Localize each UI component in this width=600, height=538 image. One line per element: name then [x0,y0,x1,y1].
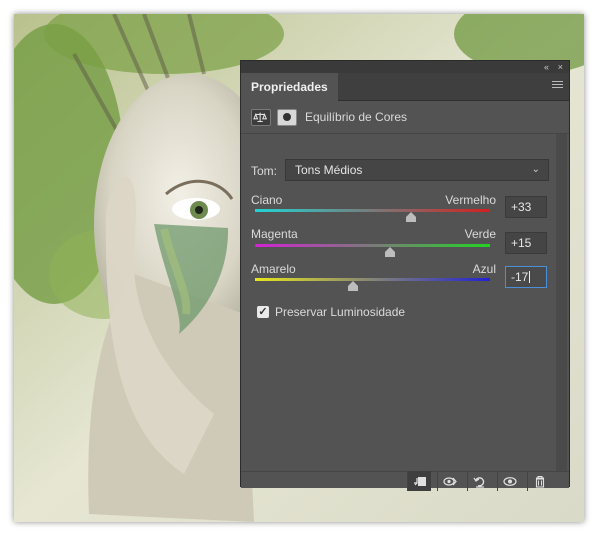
slider-cyan-label: Ciano [251,193,283,207]
preserve-luminosity-label: Preservar Luminosidade [275,305,406,319]
panel-footer [241,471,569,491]
tab-properties[interactable]: Propriedades [241,73,338,101]
slider-yellow-label: Amarelo [251,262,296,276]
slider-yellow-blue-value[interactable]: -17 [505,266,547,288]
slider-green-label: Verde [464,227,496,241]
chevron-down-icon: ⌄ [531,164,540,175]
slider-yellow-blue-track[interactable] [255,278,490,281]
slider-red-label: Vermelho [445,193,496,207]
tone-select[interactable]: Tons Médios ⌄ [285,159,549,181]
panel-top-strip: « × [241,61,569,73]
text-caret [529,271,531,283]
slider-blue-label: Azul [472,262,496,276]
view-previous-state-icon[interactable] [437,471,461,491]
panel-menu-icon[interactable] [552,81,563,90]
clip-to-layer-icon[interactable] [407,471,431,491]
reset-icon[interactable] [467,471,491,491]
layer-mask-icon[interactable] [277,109,297,126]
tone-label: Tom: [251,164,278,178]
slider-magenta-green-track[interactable] [255,244,490,247]
visibility-icon[interactable] [497,471,521,491]
balance-scale-icon[interactable] [251,109,271,126]
preserve-luminosity-checkbox[interactable]: ✓ [257,306,269,318]
collapse-panel-icon[interactable]: « [544,61,549,73]
slider-yellow-blue-value-text: -17 [511,270,529,284]
adjustment-header: Equilíbrio de Cores [241,101,569,134]
properties-panel: « × Propriedades Equilíbrio de Cores Tom… [240,60,570,491]
screenshot-frame: « × Propriedades Equilíbrio de Cores Tom… [14,14,584,522]
slider-cyan-red-value[interactable]: +33 [505,196,547,218]
trash-icon[interactable] [527,471,551,491]
panel-scrollbar[interactable] [556,134,567,471]
panel-tab-bar: Propriedades [241,73,569,101]
adjustment-title: Equilíbrio de Cores [305,110,408,124]
close-panel-icon[interactable]: × [558,61,563,73]
slider-cyan-red-track[interactable] [255,209,490,212]
slider-magenta-label: Magenta [251,227,298,241]
tone-select-value: Tons Médios [295,163,363,177]
slider-magenta-green-value[interactable]: +15 [505,232,547,254]
